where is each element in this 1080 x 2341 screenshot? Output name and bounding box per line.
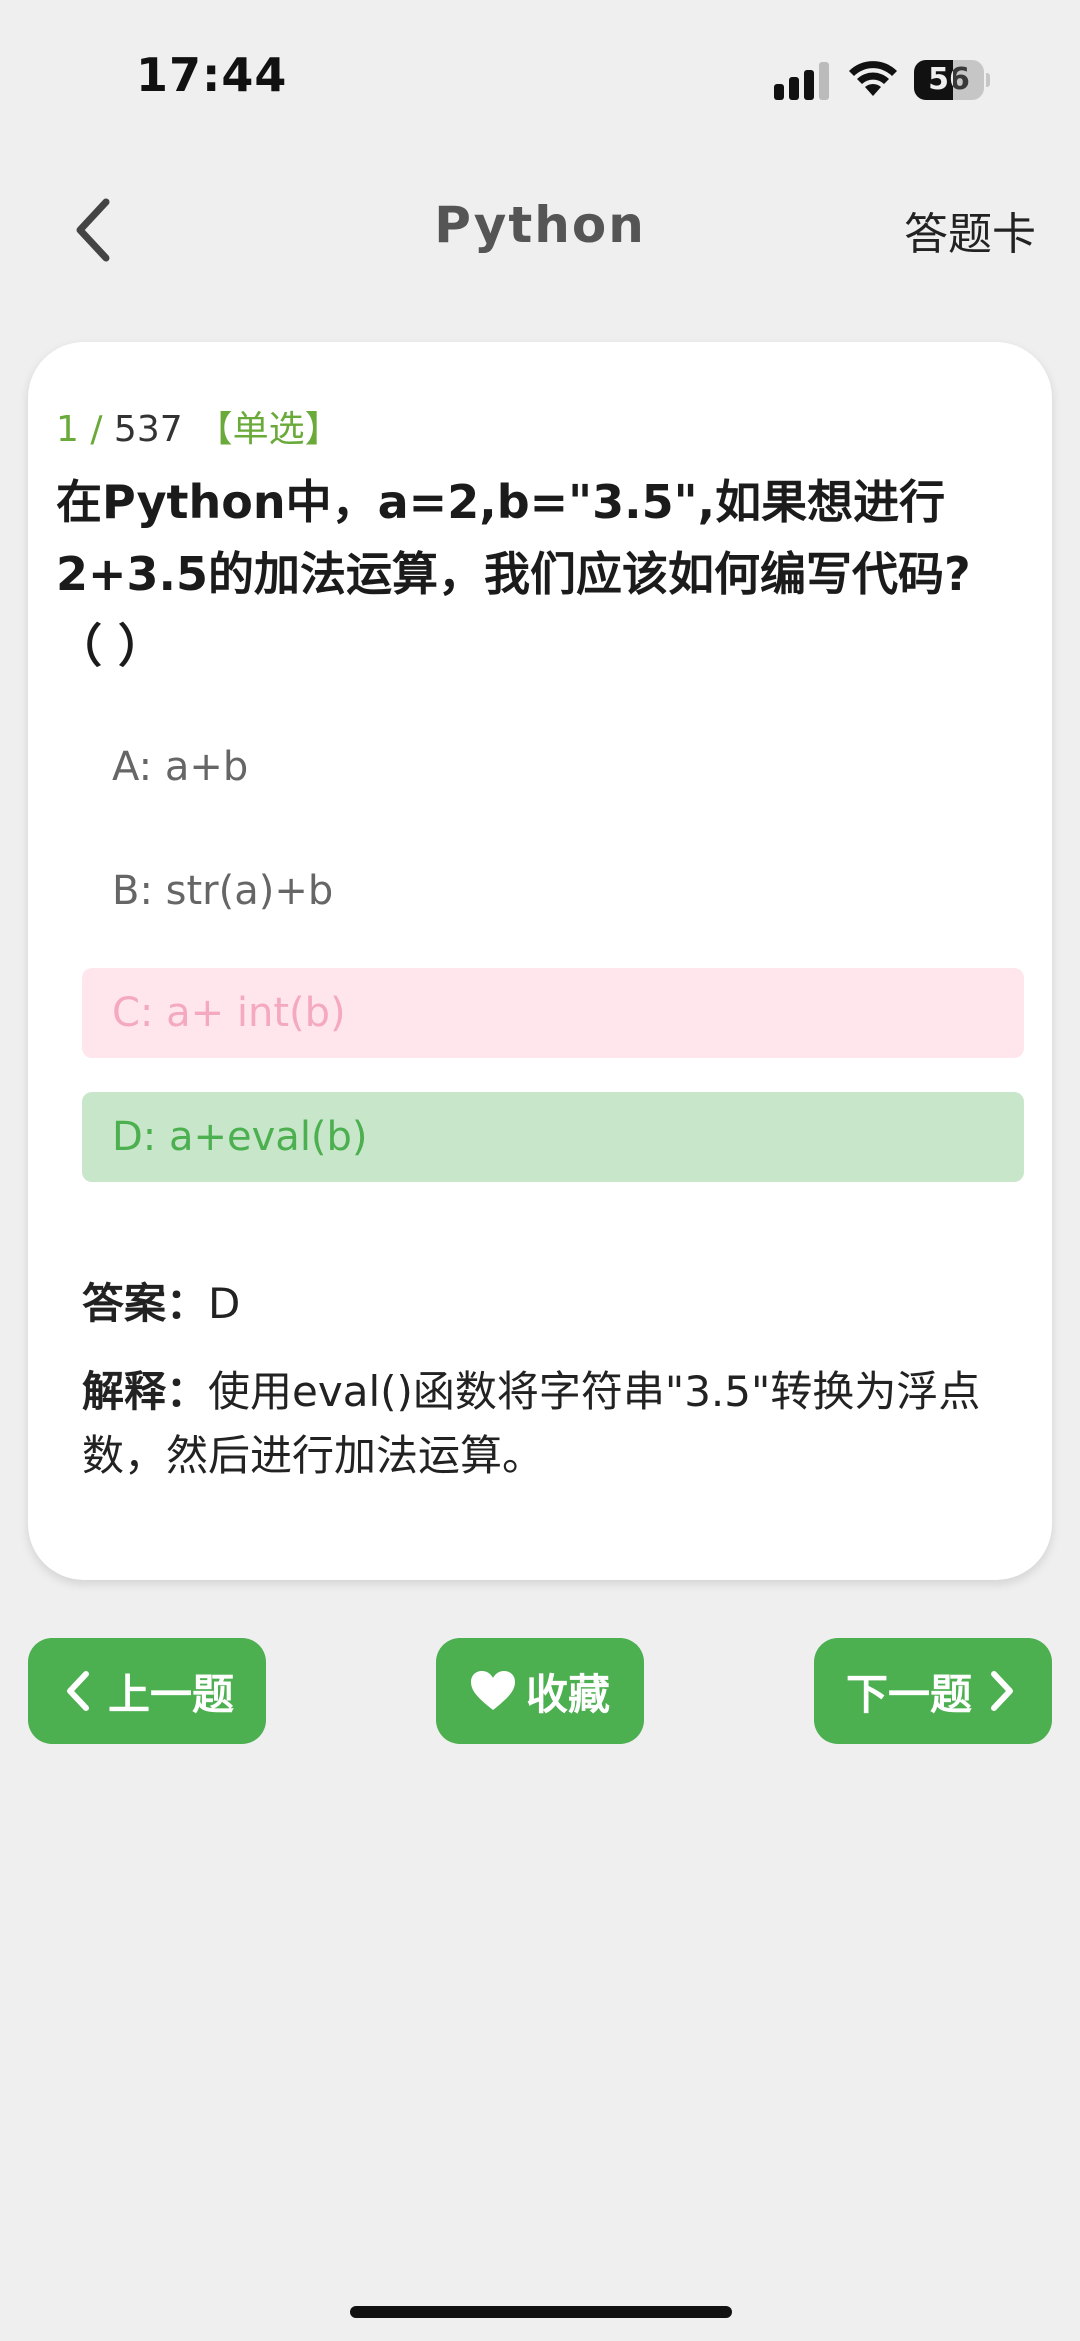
option-c[interactable]: C: a+ int(b): [82, 968, 1024, 1058]
answer-value: D: [208, 1279, 241, 1328]
progress-separator: /: [78, 409, 114, 450]
current-question-number: 1: [56, 409, 79, 450]
prev-question-label: 上一题: [107, 1669, 234, 1719]
question-progress: 1 / 537 【单选】: [56, 400, 341, 452]
battery-level: 56: [928, 62, 970, 97]
prev-question-button[interactable]: 上一题: [28, 1638, 266, 1744]
status-time: 17:44: [136, 48, 288, 102]
favorite-button[interactable]: 收藏: [436, 1638, 644, 1744]
next-question-label: 下一题: [845, 1669, 972, 1719]
option-b[interactable]: B: str(a)+b: [82, 846, 1024, 936]
home-indicator[interactable]: [350, 2306, 732, 2318]
cellular-signal-icon: [774, 62, 829, 100]
chevron-right-icon: [991, 1671, 1013, 1711]
answer-label: 答案：: [82, 1279, 209, 1328]
page-title: Python: [434, 196, 646, 254]
option-a[interactable]: A: a+b: [82, 722, 1024, 812]
total-questions: 537: [113, 409, 183, 450]
heart-icon: [470, 1671, 515, 1710]
explanation-row: 解释：使用eval()函数将字符串"3.5"转换为浮点数，然后进行加法运算。: [82, 1360, 1012, 1488]
back-button[interactable]: [66, 190, 126, 270]
answer-row: 答案：D: [82, 1270, 240, 1331]
question-type-badge: 【单选】: [196, 409, 341, 450]
wifi-icon: [849, 61, 897, 96]
battery-icon: 56: [914, 60, 990, 100]
favorite-label: 收藏: [525, 1669, 610, 1719]
chevron-left-icon: [66, 1671, 89, 1711]
explanation-label: 解释：: [82, 1367, 209, 1416]
next-question-button[interactable]: 下一题: [814, 1638, 1052, 1744]
chevron-left-icon: [76, 198, 110, 262]
option-d[interactable]: D: a+eval(b): [82, 1092, 1024, 1182]
explanation-text: 使用eval()函数将字符串"3.5"转换为浮点数，然后进行加法运算。: [82, 1367, 981, 1480]
question-text: 在Python中，a=2,b="3.5",如果想进行2+3.5的加法运算，我们应…: [56, 475, 971, 673]
answer-card-button[interactable]: 答题卡: [904, 198, 1036, 262]
